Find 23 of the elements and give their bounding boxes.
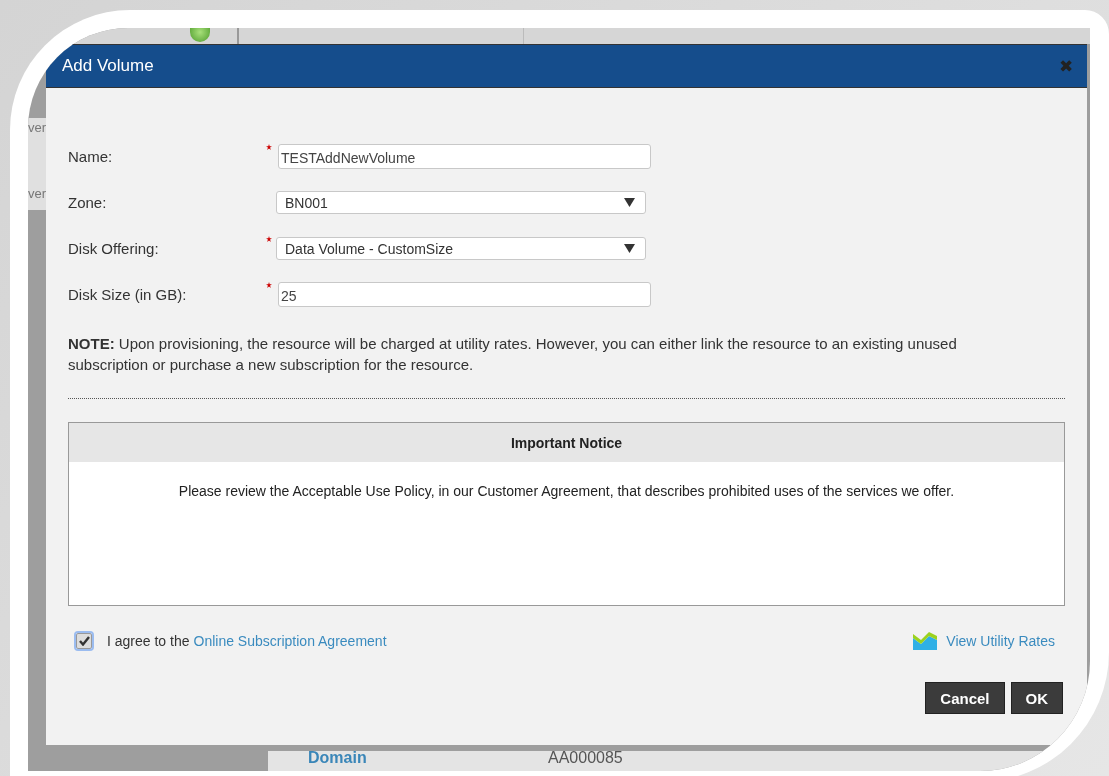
field-label: Disk Offering: bbox=[68, 240, 160, 257]
table-cell: Domain bbox=[308, 749, 367, 767]
checkbox[interactable] bbox=[76, 633, 92, 649]
field-label: Zone: bbox=[68, 194, 108, 211]
notice-text: Please review the Acceptable Use Policy, in our Customer Agreement, that describes prohibited uses of the services we offer. bbox=[178, 483, 955, 499]
dropdown[interactable]: Data Volume - CustomSize bbox=[276, 237, 646, 260]
input-field[interactable]: TESTAddNewVolume bbox=[278, 144, 651, 169]
note-text: NOTE: Upon provisioning, the resource will be charged at utility rates. However, you can either link the resource to an existing unused subscription or purchase a new subscription for the resource. bbox=[68, 334, 958, 375]
menu-text: ver bbox=[28, 186, 46, 201]
field-label: Disk Size (in GB): bbox=[68, 286, 188, 303]
input-field[interactable]: 25 bbox=[278, 282, 651, 307]
notice-title: Important Notice bbox=[510, 434, 623, 451]
caret-icon bbox=[624, 244, 635, 253]
menu-text: ver bbox=[28, 120, 46, 135]
table-cell: AA000085 bbox=[548, 749, 623, 767]
field-label: Name: bbox=[68, 148, 114, 165]
area-chart-icon bbox=[913, 632, 938, 650]
agree-text: I agree to the bbox=[107, 633, 190, 649]
dialog-button[interactable]: OK bbox=[1010, 682, 1063, 714]
caret-icon bbox=[624, 198, 635, 207]
dropdown[interactable]: BN001 bbox=[276, 191, 646, 214]
dialog-button[interactable]: Cancel bbox=[925, 682, 1005, 714]
dialog-title: Add Volume bbox=[62, 56, 155, 76]
